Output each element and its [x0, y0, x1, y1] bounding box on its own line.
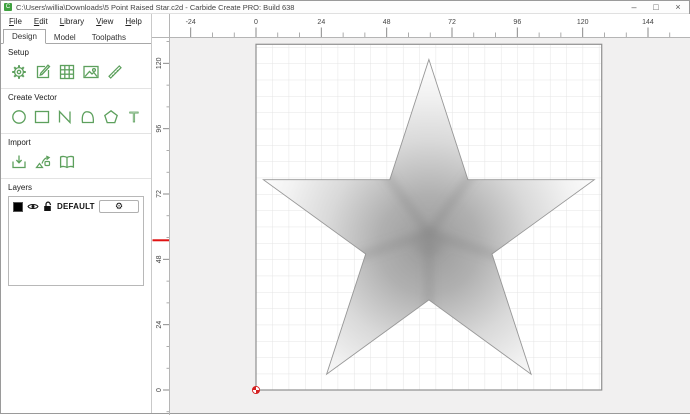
window-controls: – □ × [623, 1, 689, 13]
tab-toolpaths[interactable]: Toolpaths [84, 31, 134, 44]
background-image-button[interactable] [80, 61, 102, 83]
svg-text:48: 48 [383, 19, 391, 26]
edit-document-icon [33, 62, 53, 82]
layer-settings-button[interactable]: ⚙ [99, 200, 139, 213]
tab-model[interactable]: Model [46, 31, 84, 44]
titlebar: C C:\Users\willia\Downloads\5 Point Rais… [1, 1, 689, 14]
menu-edit[interactable]: Edit [29, 16, 53, 27]
job-setup-button[interactable] [8, 61, 30, 83]
svg-text:0: 0 [156, 388, 163, 392]
layers-panel: DEFAULT ⚙ [8, 196, 144, 286]
svg-text:24: 24 [156, 321, 163, 329]
text-icon: T [124, 107, 144, 127]
main-tabs: Design Model Toolpaths [1, 28, 151, 44]
circle-icon [9, 107, 29, 127]
svg-text:144: 144 [642, 19, 654, 26]
create-vector-section-title: Create Vector [8, 93, 144, 102]
viewport-region: -24 0 24 48 72 96 120 144 0 24 48 72 96 120 [152, 14, 689, 413]
design-canvas[interactable] [170, 38, 690, 413]
setup-section: Setup [1, 44, 151, 89]
app-window: C C:\Users\willia\Downloads\5 Point Rais… [0, 0, 690, 414]
svg-text:-24: -24 [186, 19, 196, 26]
image-icon [81, 62, 101, 82]
layer-visibility-eye-icon[interactable] [27, 202, 39, 211]
curve-icon [78, 107, 98, 127]
minimize-button[interactable]: – [623, 1, 645, 13]
import-section: Import [1, 134, 151, 179]
maximize-button[interactable]: □ [645, 1, 667, 13]
polygon-tool-button[interactable] [100, 106, 121, 128]
layer-row[interactable]: DEFAULT ⚙ [9, 197, 143, 216]
menu-library[interactable]: Library [55, 16, 89, 27]
menu-file[interactable]: File [4, 16, 27, 27]
shape-library-button[interactable] [56, 151, 78, 173]
rectangle-icon [32, 107, 52, 127]
sidebar: File Edit Library View Help Design Model… [1, 14, 152, 413]
trace-image-button[interactable] [32, 151, 54, 173]
text-tool-button[interactable]: T [123, 106, 144, 128]
svg-text:0: 0 [254, 19, 258, 26]
menubar: File Edit Library View Help [1, 14, 151, 28]
horizontal-ruler: -24 0 24 48 72 96 120 144 [170, 14, 690, 38]
grid-settings-button[interactable] [56, 61, 78, 83]
svg-text:96: 96 [156, 125, 163, 133]
menu-view[interactable]: View [91, 16, 118, 27]
layer-color-swatch[interactable] [13, 202, 23, 212]
import-section-title: Import [8, 138, 144, 147]
gear-icon [9, 62, 29, 82]
curve-tool-button[interactable] [77, 106, 98, 128]
ruler-icon [105, 62, 125, 82]
layers-section: Layers DEFAULT ⚙ [1, 179, 151, 289]
svg-text:72: 72 [448, 19, 456, 26]
layer-name: DEFAULT [57, 202, 95, 211]
create-vector-section: Create Vector [1, 89, 151, 134]
app-icon: C [4, 3, 12, 11]
book-icon [57, 152, 77, 172]
window-title: C:\Users\willia\Downloads\5 Point Raised… [16, 3, 623, 12]
tab-design[interactable]: Design [3, 29, 46, 44]
measure-button[interactable] [104, 61, 126, 83]
polyline-icon [55, 107, 75, 127]
layers-section-title: Layers [8, 183, 144, 192]
vertical-ruler: 0 24 48 72 96 120 [152, 38, 170, 413]
rectangle-tool-button[interactable] [31, 106, 52, 128]
menu-help[interactable]: Help [120, 16, 146, 27]
svg-text:120: 120 [577, 19, 589, 26]
svg-text:72: 72 [156, 190, 163, 198]
close-button[interactable]: × [667, 1, 689, 13]
svg-text:96: 96 [513, 19, 521, 26]
polyline-tool-button[interactable] [54, 106, 75, 128]
ruler-corner [152, 14, 170, 38]
svg-text:24: 24 [317, 19, 325, 26]
sidebar-empty-area [1, 289, 151, 413]
layer-lock-icon[interactable] [43, 201, 53, 212]
grid-icon [57, 62, 77, 82]
svg-text:T: T [129, 109, 138, 126]
svg-text:48: 48 [156, 255, 163, 263]
import-icon [9, 152, 29, 172]
circle-tool-button[interactable] [8, 106, 29, 128]
setup-section-title: Setup [8, 48, 144, 57]
edit-drawing-button[interactable] [32, 61, 54, 83]
trace-icon [33, 152, 53, 172]
import-file-button[interactable] [8, 151, 30, 173]
cursor-position-marker [153, 239, 170, 241]
origin-marker [252, 386, 259, 393]
svg-text:120: 120 [156, 57, 163, 69]
polygon-icon [101, 107, 121, 127]
